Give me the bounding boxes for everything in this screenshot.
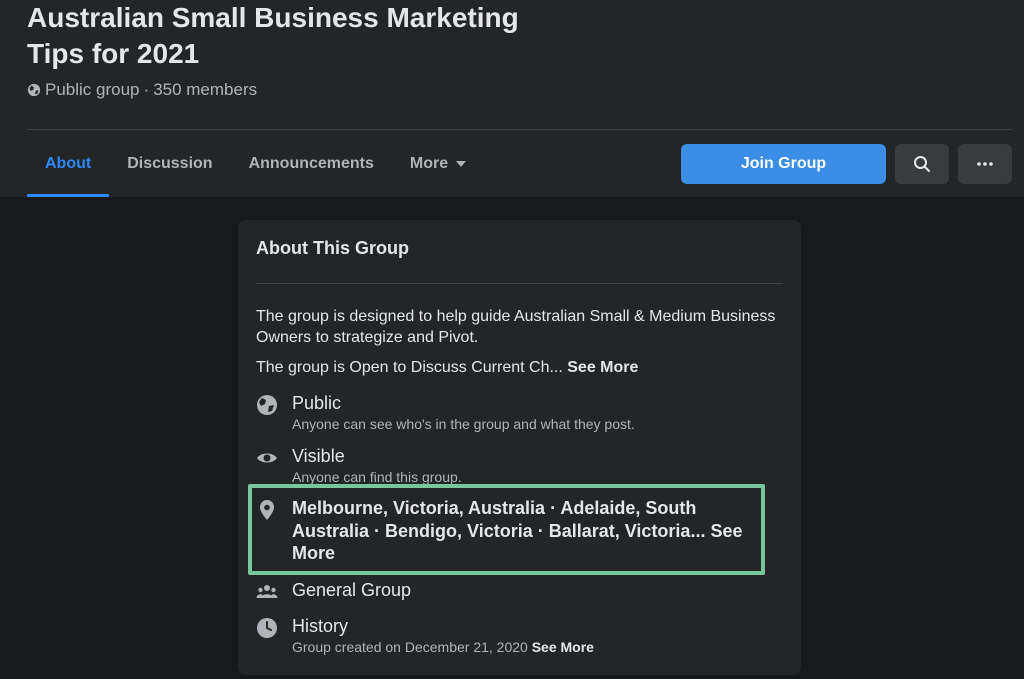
visibility-subtitle: Anyone can find this group. — [292, 469, 462, 485]
join-group-button[interactable]: Join Group — [681, 144, 886, 184]
description-truncated: The group is Open to Discuss Current Ch.… — [256, 359, 563, 376]
caret-down-icon — [456, 160, 467, 167]
about-description-more: The group is Open to Discuss Current Ch.… — [256, 357, 783, 378]
group-tabs: About Discussion Announcements More — [27, 130, 484, 197]
visibility-title: Visible — [292, 446, 345, 466]
see-more-description-link[interactable]: See More — [567, 359, 638, 376]
tab-label: Discussion — [127, 154, 213, 172]
privacy-label: Public group — [45, 80, 140, 99]
tab-label: More — [409, 154, 449, 172]
visibility-row: Visible Anyone can find this group. — [256, 445, 783, 485]
more-options-button[interactable] — [958, 144, 1012, 184]
location-text: Melbourne, Victoria, Australia · Adelaid… — [292, 498, 706, 541]
tab-announcements[interactable]: Announcements — [231, 130, 392, 197]
history-created-date: Group created on December 21, 2020 — [292, 639, 528, 655]
location-pin-icon — [256, 499, 278, 521]
history-title: History — [292, 616, 349, 636]
privacy-title: Public — [292, 393, 342, 413]
location-list: Melbourne, Victoria, Australia · Adelaid… — [292, 497, 772, 565]
tab-label: Announcements — [248, 154, 374, 172]
group-header: Australian Small Business Marketing Tips… — [0, 0, 1024, 197]
group-type-title: General Group — [292, 580, 412, 600]
group-title: Australian Small Business Marketing Tips… — [27, 2, 519, 69]
meta-separator: · — [143, 80, 150, 99]
search-icon — [914, 156, 930, 172]
eye-icon — [256, 447, 278, 469]
privacy-subtitle: Anyone can see who's in the group and wh… — [292, 416, 635, 432]
search-button[interactable] — [895, 144, 949, 184]
about-description: The group is designed to help guide Aust… — [256, 308, 776, 346]
tab-discussion[interactable]: Discussion — [109, 130, 230, 197]
people-icon — [256, 581, 278, 603]
globe-icon — [27, 83, 41, 97]
ellipsis-icon — [977, 162, 993, 166]
history-subtitle: Group created on December 21, 2020 See M… — [292, 638, 772, 656]
member-count: 350 members — [153, 80, 258, 99]
group-meta: Public group · 350 members — [27, 80, 257, 100]
see-more-history-link[interactable]: See More — [532, 639, 594, 655]
about-divider — [256, 283, 783, 284]
clock-icon — [256, 617, 278, 639]
tab-label: About — [45, 154, 92, 172]
globe-icon — [256, 394, 278, 416]
about-card: About This Group The group is designed t… — [238, 220, 801, 675]
tab-about[interactable]: About — [27, 130, 110, 197]
tab-more[interactable]: More — [392, 130, 484, 197]
about-title: About This Group — [256, 238, 409, 258]
